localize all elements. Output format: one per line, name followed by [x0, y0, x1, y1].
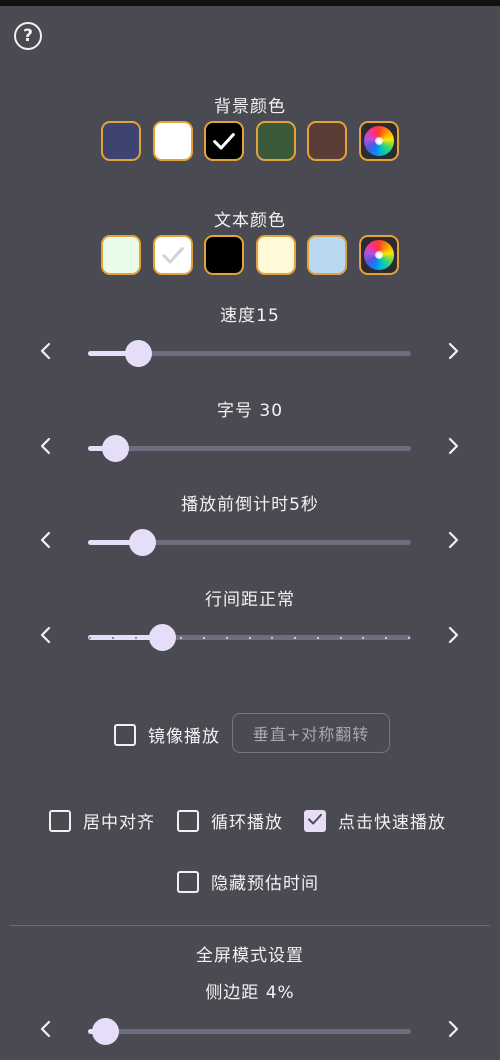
line-spacing-decrease-button[interactable] — [34, 625, 58, 649]
hide-estimate-label: 隐藏预估时间 — [211, 874, 319, 894]
line-spacing-slider-tick — [339, 636, 342, 639]
line-spacing-label: 行间距正常 — [205, 590, 295, 610]
countdown-increase-button[interactable] — [441, 530, 465, 554]
speed-decrease-button[interactable] — [34, 341, 58, 365]
speed-slider-thumb[interactable] — [124, 340, 152, 367]
background-color-swatch-1[interactable] — [101, 121, 141, 161]
text-color-swatch-4[interactable] — [255, 235, 296, 275]
line-spacing-slider-tick — [134, 636, 137, 639]
background-color-swatch-2[interactable] — [152, 121, 193, 161]
tap-fast-label: 点击快速播放 — [338, 813, 446, 833]
text-color-label: 文本颜色 — [214, 211, 286, 231]
font-size-label: 字号 30 — [216, 401, 284, 421]
side-margin-increase-button[interactable] — [441, 1019, 465, 1043]
side-margin-slider-thumb[interactable] — [92, 1018, 120, 1045]
question-circle-icon: ? — [23, 25, 33, 46]
countdown-slider-thumb[interactable] — [129, 529, 157, 556]
loop-option[interactable]: 循环播放 — [177, 808, 283, 833]
line-spacing-slider-thumb[interactable] — [148, 624, 176, 651]
chevron-left-icon — [39, 531, 53, 553]
loop-checkbox[interactable] — [177, 809, 199, 832]
line-spacing-slider-tick — [180, 636, 183, 639]
fullscreen-settings-title: 全屏模式设置 — [196, 946, 304, 966]
side-margin-slider-row — [0, 1011, 500, 1051]
line-spacing-slider-tick — [111, 636, 114, 639]
font-size-slider-row — [0, 428, 500, 468]
countdown-decrease-button[interactable] — [34, 530, 58, 554]
help-button[interactable]: ? — [14, 22, 42, 50]
speed-slider-row — [0, 333, 500, 373]
speed-slider[interactable] — [88, 340, 411, 367]
check-icon — [306, 810, 324, 832]
tap-fast-checkbox[interactable] — [304, 809, 326, 832]
center-align-checkbox[interactable] — [49, 809, 71, 832]
side-margin-decrease-button[interactable] — [34, 1019, 58, 1043]
mirror-checkbox[interactable] — [114, 723, 136, 746]
font-size-slider-thumb[interactable] — [101, 435, 129, 462]
chevron-right-icon — [446, 1020, 460, 1042]
background-color-custom-color-swatch[interactable] — [358, 121, 399, 161]
chevron-left-icon — [39, 437, 53, 459]
line-spacing-slider-row — [0, 617, 500, 657]
line-spacing-slider-tick — [316, 636, 319, 639]
line-spacing-slider-tick — [202, 636, 205, 639]
chevron-right-icon — [446, 531, 460, 553]
countdown-label: 播放前倒计时5秒 — [181, 495, 319, 515]
speed-label: 速度15 — [220, 306, 280, 326]
color-wheel-icon — [363, 126, 394, 156]
font-size-increase-button[interactable] — [441, 436, 465, 460]
background-color-swatch-3[interactable] — [204, 121, 245, 161]
mirror-label: 镜像播放 — [148, 727, 220, 747]
background-color-swatch-5[interactable] — [307, 121, 348, 161]
chevron-left-icon — [39, 626, 53, 648]
chevron-right-icon — [446, 342, 460, 364]
countdown-slider-row — [0, 522, 500, 562]
check-icon — [210, 127, 238, 155]
line-spacing-slider-tick — [362, 636, 365, 639]
chevron-left-icon — [39, 342, 53, 364]
line-spacing-slider-tick — [408, 636, 410, 639]
tap-fast-option[interactable]: 点击快速播放 — [304, 808, 446, 833]
chevron-right-icon — [446, 437, 460, 459]
flip-button[interactable]: 垂直+对称翻转 — [232, 713, 390, 753]
line-spacing-slider[interactable] — [88, 624, 411, 651]
speed-increase-button[interactable] — [441, 341, 465, 365]
text-color-custom-color-swatch[interactable] — [358, 235, 399, 275]
line-spacing-slider-tick — [248, 636, 251, 639]
line-spacing-slider-tick — [271, 636, 274, 639]
countdown-slider[interactable] — [88, 529, 411, 556]
chevron-left-icon — [39, 1020, 53, 1042]
chevron-right-icon — [446, 626, 460, 648]
hide-estimate-option[interactable]: 隐藏预估时间 — [177, 869, 319, 894]
line-spacing-slider-tick — [225, 636, 228, 639]
loop-label: 循环播放 — [211, 813, 283, 833]
hide-estimate-checkbox[interactable] — [177, 870, 199, 893]
background-color-swatches — [101, 121, 399, 161]
font-size-slider[interactable] — [88, 435, 411, 462]
center-align-option[interactable]: 居中对齐 — [49, 808, 155, 833]
check-icon — [159, 241, 187, 269]
side-margin-slider[interactable] — [88, 1018, 411, 1045]
text-color-swatch-3[interactable] — [204, 235, 245, 275]
line-spacing-increase-button[interactable] — [441, 625, 465, 649]
text-color-swatch-5[interactable] — [307, 235, 348, 275]
color-wheel-icon — [363, 240, 394, 270]
text-color-swatches — [101, 235, 399, 275]
font-size-decrease-button[interactable] — [34, 436, 58, 460]
section-divider — [10, 925, 490, 926]
side-margin-label: 侧边距 4% — [205, 983, 295, 1003]
text-color-swatch-1[interactable] — [101, 235, 141, 275]
center-align-label: 居中对齐 — [83, 813, 155, 833]
text-color-swatch-2[interactable] — [152, 235, 193, 275]
line-spacing-slider-tick — [89, 636, 91, 639]
mirror-option[interactable]: 镜像播放 — [114, 722, 220, 747]
status-bar — [0, 0, 500, 6]
background-color-label: 背景颜色 — [214, 97, 286, 117]
line-spacing-slider-tick — [385, 636, 388, 639]
background-color-swatch-4[interactable] — [255, 121, 296, 161]
line-spacing-slider-tick — [294, 636, 297, 639]
